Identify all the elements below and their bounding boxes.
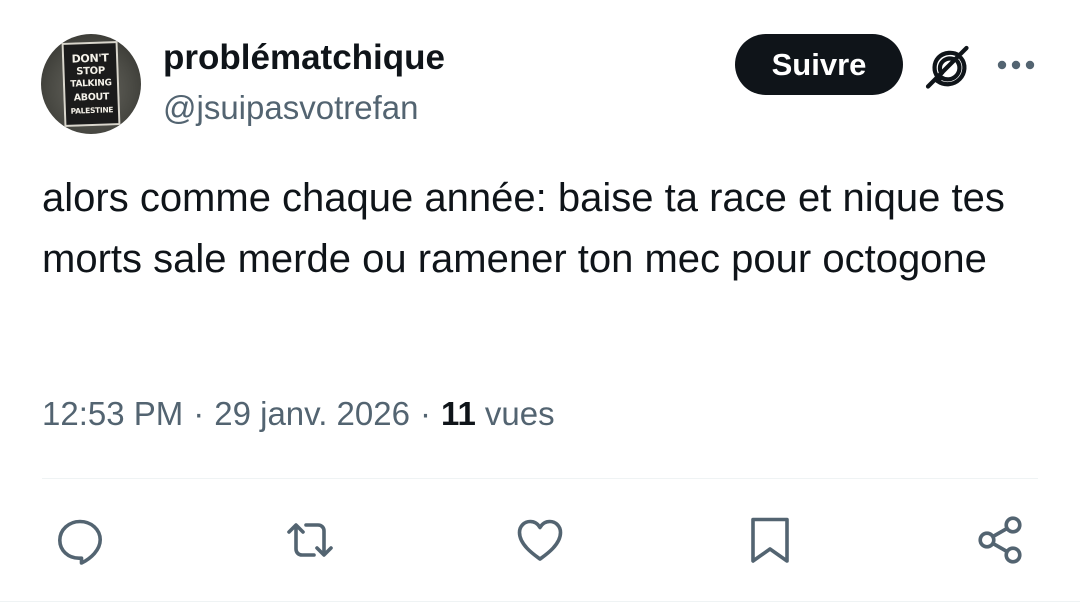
sign-line: DON'T: [71, 50, 109, 66]
views-label: vues: [484, 395, 555, 432]
reply-button[interactable]: [55, 515, 105, 565]
bookmark-button[interactable]: [745, 515, 795, 565]
like-button[interactable]: [515, 515, 565, 565]
retweet-button[interactable]: [285, 515, 335, 565]
retweet-icon: [287, 523, 333, 557]
author-handle[interactable]: @jsuipasvotrefan: [163, 86, 418, 130]
tweet-meta: 12:53 PM · 29 janv. 2026 · 11 vues: [42, 388, 555, 440]
sign-line: STOP: [76, 65, 106, 78]
tweet-time[interactable]: 12:53 PM: [42, 395, 183, 433]
avatar-protest-sign: DON'T STOP TALKING ABOUT PALESTINE: [61, 41, 121, 127]
reply-icon: [58, 519, 102, 565]
avatar[interactable]: DON'T STOP TALKING ABOUT PALESTINE: [41, 34, 141, 134]
share-icon: [978, 516, 1022, 564]
bottom-divider: [0, 601, 1080, 602]
sign-line: ABOUT: [73, 90, 110, 104]
tweet: DON'T STOP TALKING ABOUT PALESTINE probl…: [0, 0, 1080, 612]
more-icon[interactable]: [996, 48, 1036, 82]
author-display-name[interactable]: problématchique: [163, 36, 445, 80]
grok-icon[interactable]: [922, 42, 972, 92]
bookmark-icon: [751, 517, 789, 563]
meta-separator: ·: [419, 395, 431, 432]
views-count: 11: [440, 395, 476, 432]
sign-line: PALESTINE: [70, 104, 114, 116]
share-button[interactable]: [975, 515, 1025, 565]
follow-button[interactable]: Suivre: [735, 34, 903, 95]
divider: [42, 478, 1038, 479]
meta-separator: ·: [193, 395, 205, 432]
tweet-text: alors comme chaque année: baise ta race …: [42, 176, 1005, 281]
heart-icon: [517, 519, 563, 561]
tweet-date[interactable]: 29 janv. 2026: [214, 395, 410, 433]
